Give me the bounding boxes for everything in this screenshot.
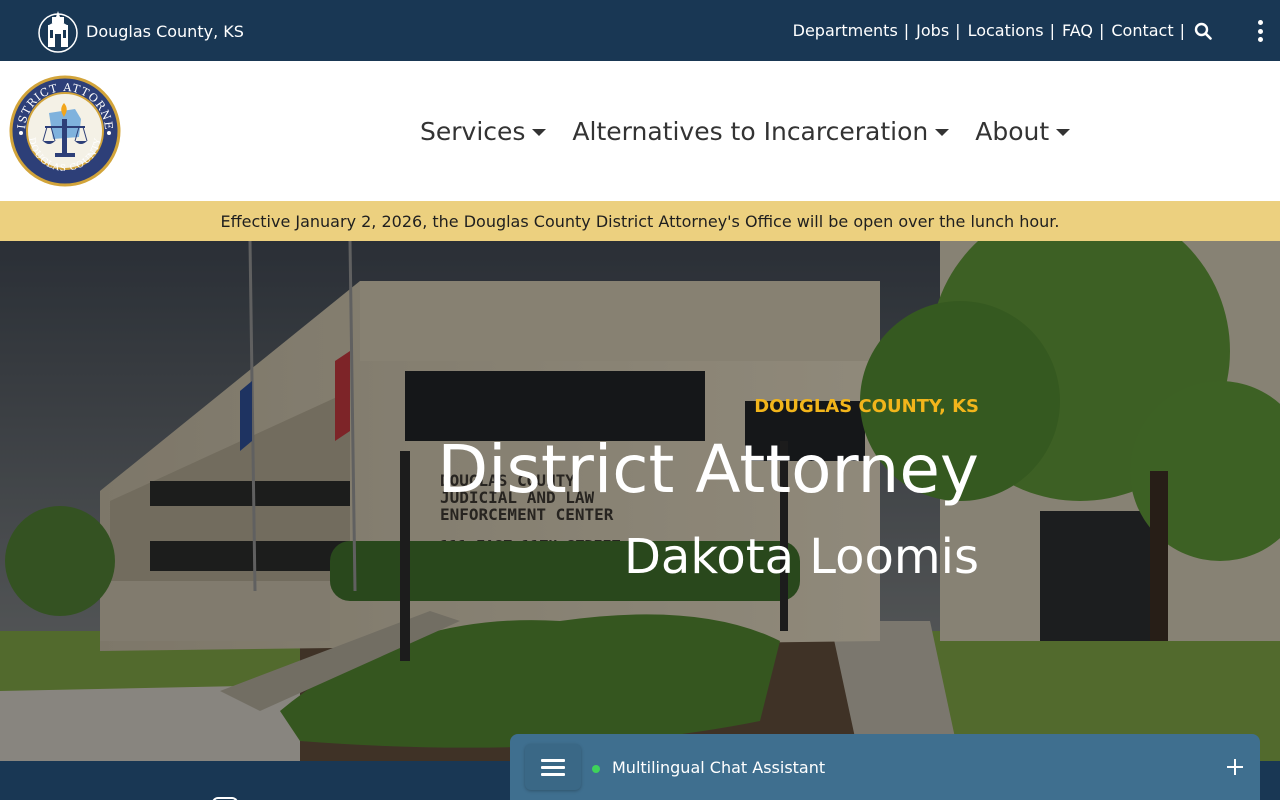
kebab-menu-icon[interactable]	[1254, 20, 1266, 42]
hero-subtitle: Dakota Loomis	[623, 529, 979, 585]
nav-link-locations[interactable]: Locations	[968, 21, 1044, 40]
search-icon[interactable]	[1194, 22, 1212, 40]
nav-separator: |	[1049, 21, 1055, 40]
brand-name[interactable]: Douglas County, KS	[86, 22, 244, 41]
chat-widget[interactable]: Multilingual Chat Assistant	[510, 734, 1260, 800]
hero-kicker: DOUGLAS COUNTY, KS	[754, 396, 979, 417]
hero-title: District Attorney	[437, 431, 979, 508]
primary-nav: Services Alternatives to Incarceration A…	[420, 61, 1096, 201]
caret-down-icon	[935, 128, 950, 136]
courthouse-logo-icon	[38, 11, 78, 53]
announcement-banner: Effective January 2, 2026, the Douglas C…	[0, 201, 1280, 241]
nav-separator: |	[1098, 21, 1105, 40]
nav-link-contact[interactable]: Contact	[1111, 21, 1173, 40]
caret-down-icon	[532, 128, 547, 136]
nav-separator: |	[903, 21, 910, 40]
caret-down-icon	[1056, 128, 1071, 136]
nav-link-faq[interactable]: FAQ	[1062, 21, 1093, 40]
top-utility-bar: Douglas County, KS Departments | Jobs | …	[0, 0, 1280, 61]
chat-title: Multilingual Chat Assistant	[612, 758, 826, 777]
nav-dropdown-label: About	[975, 116, 1050, 146]
nav-dropdown-about[interactable]: About	[975, 116, 1071, 146]
main-header: DISTRICT ATTORNEY DOUGLAS COUNTY Service…	[0, 61, 1280, 201]
nav-separator: |	[955, 21, 961, 40]
nav-link-departments[interactable]: Departments	[793, 21, 898, 40]
nav-dropdown-services[interactable]: Services	[420, 116, 547, 146]
county-brand[interactable]: Douglas County, KS	[38, 8, 244, 54]
online-status-icon	[592, 765, 600, 773]
hero-banner: DOUGLAS COUNTY JUDICIAL AND LAW ENFORCEM…	[0, 241, 1280, 761]
nav-dropdown-label: Alternatives to Incarceration	[572, 116, 929, 146]
nav-link-jobs[interactable]: Jobs	[916, 21, 949, 40]
expand-plus-icon[interactable]	[1226, 758, 1244, 776]
announcement-text: Effective January 2, 2026, the Douglas C…	[220, 211, 1060, 231]
district-attorney-seal-logo[interactable]: DISTRICT ATTORNEY DOUGLAS COUNTY	[9, 75, 121, 187]
utility-nav: Departments | Jobs | Locations | FAQ | C…	[793, 0, 1212, 61]
nav-separator: |	[1179, 21, 1185, 40]
nav-dropdown-alternatives[interactable]: Alternatives to Incarceration	[572, 116, 950, 146]
chat-menu-icon[interactable]	[525, 744, 581, 790]
nav-dropdown-label: Services	[420, 116, 526, 146]
